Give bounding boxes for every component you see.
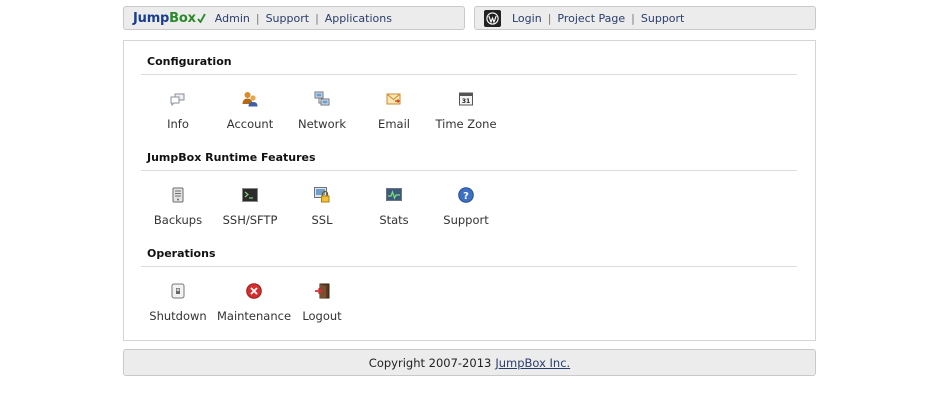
time-zone-item[interactable]: 31 Time Zone	[426, 91, 506, 131]
info-label: Info	[167, 117, 189, 131]
account-item[interactable]: Account	[210, 91, 290, 131]
backups-label: Backups	[153, 213, 203, 227]
support-label: Support	[443, 213, 489, 227]
stats-icon	[386, 188, 402, 201]
section-title-configuration: Configuration	[147, 55, 232, 68]
header-right-bar: Login | Project Page | Support	[474, 6, 816, 30]
nav-login-link[interactable]: Login	[512, 12, 542, 25]
logout-label: Logout	[302, 309, 342, 323]
svg-text:31: 31	[462, 98, 470, 105]
network-icon	[314, 91, 330, 106]
nav-support-link[interactable]: Support	[266, 12, 309, 25]
terminal-icon	[242, 188, 258, 202]
svg-text:?: ?	[463, 191, 469, 202]
nav-admin-link[interactable]: Admin	[215, 12, 250, 25]
logo-text-box: Box	[169, 10, 196, 26]
section-divider	[141, 170, 797, 171]
info-item[interactable]: Info	[138, 91, 218, 131]
nav-project-page-link[interactable]: Project Page	[557, 12, 625, 25]
jumpbox-logo[interactable]: Jump Box	[133, 11, 206, 26]
nav-separator: |	[631, 11, 635, 25]
ssl-item[interactable]: SSL	[282, 187, 362, 227]
main-panel: Configuration Info Account Network Email…	[123, 40, 816, 341]
support-item[interactable]: ? Support	[426, 187, 506, 227]
backup-icon	[172, 187, 184, 203]
footer-bar: Copyright 2007-2013 JumpBox Inc.	[123, 349, 816, 376]
lock-icon	[314, 187, 330, 203]
backups-item[interactable]: Backups	[138, 187, 218, 227]
ssh-sftp-item[interactable]: SSH/SFTP	[210, 187, 290, 227]
section-title-runtime-features: JumpBox Runtime Features	[147, 151, 316, 164]
nav-separator: |	[315, 11, 319, 25]
section-title-operations: Operations	[147, 247, 216, 260]
header-left-nav: Admin | Support | Applications	[215, 12, 392, 25]
account-icon	[242, 92, 258, 107]
account-label: Account	[226, 117, 274, 131]
header-left-bar: Jump Box Admin | Support | Applications	[123, 6, 465, 30]
info-icon	[170, 93, 185, 107]
email-item[interactable]: Email	[354, 91, 434, 131]
email-label: Email	[378, 117, 410, 131]
email-icon	[386, 93, 401, 105]
stats-item[interactable]: Stats	[354, 187, 434, 227]
nav-applications-link[interactable]: Applications	[325, 12, 392, 25]
jumpbox-inc-link[interactable]: JumpBox Inc.	[495, 356, 570, 370]
header-right-nav: Login | Project Page | Support	[512, 12, 684, 25]
logout-item[interactable]: Logout	[282, 283, 362, 323]
ssl-label: SSL	[311, 213, 333, 227]
stats-label: Stats	[379, 213, 409, 227]
power-switch-icon	[171, 283, 185, 299]
nav-separator: |	[255, 11, 260, 25]
time-zone-label: Time Zone	[435, 117, 497, 131]
section-divider	[141, 74, 797, 75]
logout-icon	[315, 283, 330, 299]
logo-text-jump: Jump	[133, 10, 170, 26]
copyright-text: Copyright 2007-2013	[368, 355, 492, 370]
section-divider	[141, 266, 797, 267]
nav-support-link-right[interactable]: Support	[641, 12, 684, 25]
shutdown-label: Shutdown	[149, 309, 207, 323]
maintenance-icon	[246, 283, 262, 299]
calendar-icon: 31	[459, 92, 473, 106]
nav-separator: |	[547, 11, 552, 25]
ssh-sftp-label: SSH/SFTP	[222, 213, 278, 227]
wordpress-icon[interactable]	[484, 9, 501, 27]
network-item[interactable]: Network	[282, 91, 362, 131]
network-label: Network	[297, 117, 347, 131]
logo-check-icon	[197, 13, 206, 23]
help-icon: ?	[458, 187, 474, 203]
shutdown-item[interactable]: Shutdown	[138, 283, 218, 323]
